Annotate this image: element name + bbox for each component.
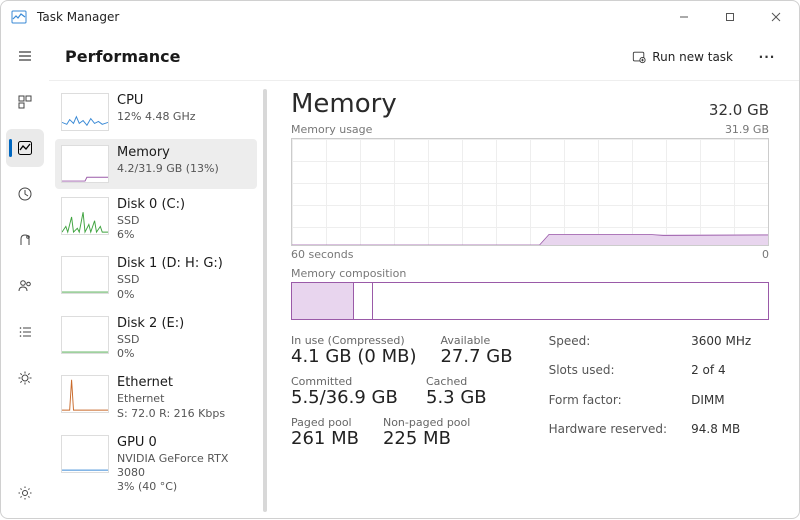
stat-value: 5.3 GB <box>426 387 487 408</box>
hw-key: Speed: <box>549 334 668 361</box>
detail-title: Memory <box>291 89 397 119</box>
perf-item-label: GPU 0 <box>117 435 249 452</box>
detail-panel: Memory 32.0 GB Memory usage 31.9 GB 60 s… <box>267 81 799 520</box>
stat-value: 261 MB <box>291 428 359 449</box>
perf-item-sub2: S: 72.0 R: 216 Kbps <box>117 407 225 421</box>
disk2-thumb-chart <box>61 316 109 354</box>
memory-composition-chart <box>291 282 769 320</box>
memory-thumb-chart <box>61 145 109 183</box>
chart-label: Memory usage <box>291 123 372 136</box>
perf-item-disk1[interactable]: Disk 1 (D: H: G:) SSD 0% <box>55 250 257 307</box>
perf-item-disk0[interactable]: Disk 0 (C:) SSD 6% <box>55 191 257 248</box>
nav-performance[interactable] <box>6 129 44 167</box>
nav-app-history[interactable] <box>6 175 44 213</box>
perf-item-sub: Ethernet <box>117 392 225 406</box>
perf-item-sub2: 6% <box>117 228 185 242</box>
perf-item-sub: 12% 4.48 GHz <box>117 110 196 124</box>
detail-total: 32.0 GB <box>709 101 769 119</box>
perf-item-sub2: 0% <box>117 347 184 361</box>
composition-modified <box>354 283 373 319</box>
more-options-button[interactable]: ··· <box>751 43 783 71</box>
hw-val: DIMM <box>691 393 751 420</box>
hw-val: 3600 MHz <box>691 334 751 361</box>
perf-item-disk2[interactable]: Disk 2 (E:) SSD 0% <box>55 310 257 367</box>
perf-item-gpu0[interactable]: GPU 0 NVIDIA GeForce RTX 3080 3% (40 °C) <box>55 429 257 501</box>
perf-item-cpu[interactable]: CPU 12% 4.48 GHz <box>55 87 257 137</box>
stat-value: 4.1 GB (0 MB) <box>291 346 416 367</box>
hw-key: Slots used: <box>549 363 668 390</box>
hw-key: Form factor: <box>549 393 668 420</box>
perf-item-label: Disk 1 (D: H: G:) <box>117 256 223 273</box>
perf-item-label: Disk 0 (C:) <box>117 197 185 214</box>
chart-max: 31.9 GB <box>725 123 769 136</box>
run-new-task-button[interactable]: Run new task <box>622 46 743 68</box>
perf-item-label: Memory <box>117 145 219 162</box>
nav-processes[interactable] <box>6 83 44 121</box>
page-title: Performance <box>65 47 181 66</box>
memory-hardware-table: Speed: 3600 MHz Slots used: 2 of 4 Form … <box>549 334 752 449</box>
nav-details[interactable] <box>6 313 44 351</box>
nav-rail <box>1 33 49 520</box>
perf-item-label: Ethernet <box>117 375 225 392</box>
minimize-button[interactable] <box>661 1 707 33</box>
axis-left: 60 seconds <box>291 248 353 261</box>
disk0-thumb-chart <box>61 197 109 235</box>
perf-item-ethernet[interactable]: Ethernet Ethernet S: 72.0 R: 216 Kbps <box>55 369 257 426</box>
ethernet-thumb-chart <box>61 375 109 413</box>
composition-standby <box>373 283 768 319</box>
composition-inuse <box>292 283 354 319</box>
perf-item-label: Disk 2 (E:) <box>117 316 184 333</box>
run-task-label: Run new task <box>652 50 733 64</box>
content-header: Performance Run new task ··· <box>49 33 799 81</box>
stat-value: 5.5/36.9 GB <box>291 387 402 408</box>
axis-right: 0 <box>762 248 769 261</box>
window-controls <box>661 1 799 33</box>
maximize-button[interactable] <box>707 1 753 33</box>
perf-item-sub2: 0% <box>117 288 223 302</box>
stat-value: 225 MB <box>383 428 470 449</box>
close-button[interactable] <box>753 1 799 33</box>
memory-stats: In use (Compressed) 4.1 GB (0 MB) Availa… <box>291 334 769 449</box>
gpu0-thumb-chart <box>61 435 109 473</box>
composition-label: Memory composition <box>291 267 769 280</box>
nav-services[interactable] <box>6 359 44 397</box>
hw-key: Hardware reserved: <box>549 422 668 449</box>
app-icon <box>11 9 27 25</box>
nav-users[interactable] <box>6 267 44 305</box>
perf-item-sub: SSD <box>117 273 223 287</box>
titlebar: Task Manager <box>1 1 799 33</box>
perf-item-sub: SSD <box>117 214 185 228</box>
hamburger-icon[interactable] <box>6 37 44 75</box>
stat-value: 27.7 GB <box>440 346 512 367</box>
perf-item-memory[interactable]: Memory 4.2/31.9 GB (13%) <box>55 139 257 189</box>
nav-startup-apps[interactable] <box>6 221 44 259</box>
performance-list[interactable]: CPU 12% 4.48 GHz Memory 4.2/31.9 GB (13%… <box>49 81 267 520</box>
perf-item-sub: 4.2/31.9 GB (13%) <box>117 162 219 176</box>
perf-item-label: CPU <box>117 93 196 110</box>
memory-usage-chart <box>291 138 769 246</box>
nav-settings[interactable] <box>6 474 44 512</box>
window-title: Task Manager <box>37 10 119 24</box>
perf-item-sub: SSD <box>117 333 184 347</box>
perf-item-sub: NVIDIA GeForce RTX 3080 <box>117 452 249 481</box>
disk1-thumb-chart <box>61 256 109 294</box>
run-task-icon <box>632 50 646 64</box>
hw-val: 94.8 MB <box>691 422 751 449</box>
hw-val: 2 of 4 <box>691 363 751 390</box>
perf-item-sub2: 3% (40 °C) <box>117 480 249 494</box>
cpu-thumb-chart <box>61 93 109 131</box>
